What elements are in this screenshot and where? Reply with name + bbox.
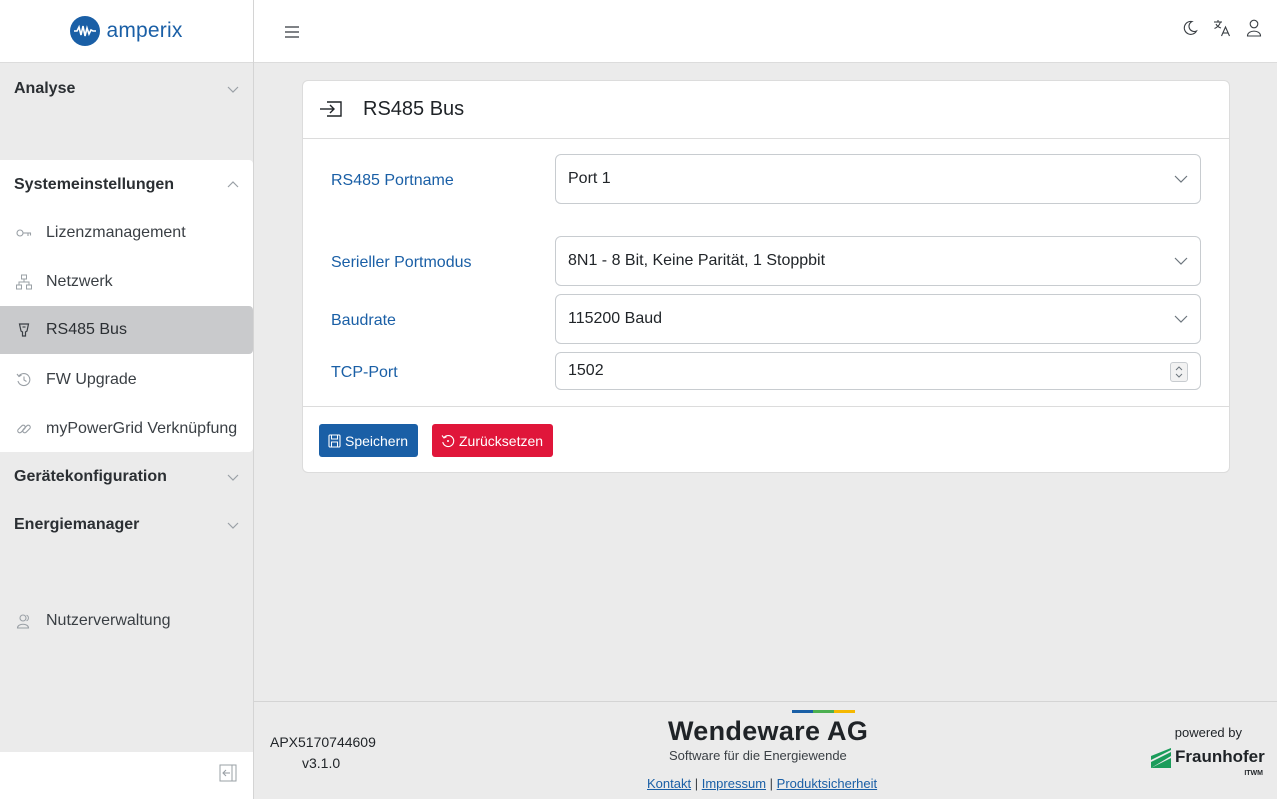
section-systemeinstellungen[interactable]: Systemeinstellungen	[0, 161, 253, 209]
chevron-up-icon	[227, 181, 239, 188]
sidebar-item-label: Nutzerverwaltung	[46, 612, 171, 629]
chevron-down-icon	[1174, 175, 1188, 183]
baudrate-select[interactable]: 115200 Baud	[555, 294, 1201, 344]
floppy-icon	[328, 433, 341, 448]
portmodus-label: Serieller Portmodus	[331, 254, 472, 271]
powered-by-label: powered by	[1174, 725, 1242, 740]
reset-icon	[441, 434, 455, 447]
baudrate-label: Baudrate	[331, 312, 396, 329]
sidebar-item-fw-upgrade[interactable]: FW Upgrade	[0, 356, 253, 404]
chevron-down-icon	[1174, 315, 1188, 323]
select-value: Port 1	[568, 170, 611, 187]
partner-sub: ITWM	[1244, 770, 1263, 777]
network-icon	[16, 274, 32, 290]
card-header: RS485 Bus	[303, 81, 1229, 139]
sidebar-item-label: Lizenzmanagement	[46, 224, 186, 241]
section-label: Gerätekonfiguration	[14, 468, 167, 485]
section-label: Analyse	[14, 80, 76, 97]
version: v3.1.0	[302, 755, 341, 771]
sidebar-item-rs485-bus[interactable]: RS485 Bus	[0, 306, 253, 354]
card-title: RS485 Bus	[363, 98, 465, 120]
logo-text: amperix	[106, 19, 183, 42]
chevron-down-icon	[227, 474, 239, 481]
company-name: Wendeware AG	[668, 716, 869, 746]
menu-icon[interactable]	[284, 25, 300, 39]
page-footer: APX5170744609 v3.1.0 Wendeware AG Softwa…	[254, 701, 1277, 799]
portname-label: RS485 Portname	[331, 172, 454, 189]
collapse-sidebar-icon[interactable]	[219, 764, 237, 787]
reset-label: Zurücksetzen	[459, 432, 544, 449]
section-analyse[interactable]: Analyse	[0, 65, 253, 113]
bar-yellow	[834, 710, 855, 713]
key-icon	[16, 225, 32, 241]
number-spinner[interactable]	[1170, 362, 1188, 382]
select-value: 8N1 - 8 Bit, Keine Parität, 1 Stoppbit	[568, 252, 826, 269]
fraunhofer-logo[interactable]: Fraunhofer ITWM	[1151, 747, 1265, 778]
bar-blue	[792, 710, 813, 713]
link-icon	[16, 421, 32, 437]
users-icon	[16, 613, 32, 629]
section-label: Energiemanager	[14, 516, 140, 533]
input-value: 1502	[568, 362, 604, 379]
chevron-down-icon	[227, 86, 239, 93]
history-icon	[16, 372, 32, 388]
sidebar-item-label: FW Upgrade	[46, 371, 137, 388]
waveform-icon	[70, 16, 101, 46]
sidebar-item-label: RS485 Bus	[46, 321, 127, 338]
logo-area: amperix	[0, 0, 253, 63]
tcp-port-input[interactable]: 1502	[555, 352, 1201, 390]
partner-name: Fraunhofer	[1175, 747, 1265, 766]
sidebar-footer	[0, 752, 253, 799]
section-geraetekonfiguration[interactable]: Gerätekonfiguration	[0, 453, 253, 501]
save-label: Speichern	[345, 432, 409, 449]
portmodus-select[interactable]: 8N1 - 8 Bit, Keine Parität, 1 Stoppbit	[555, 236, 1201, 286]
tcp-port-label: TCP-Port	[331, 364, 398, 381]
sidebar-item-label: myPowerGrid Verknüpfung	[46, 420, 238, 437]
sidebar: amperix Analyse Systemeinstellungen Lize…	[0, 0, 254, 799]
topbar-actions	[1181, 18, 1263, 38]
user-icon[interactable]	[1245, 18, 1263, 38]
serial-number: APX5170744609	[270, 734, 376, 750]
chevron-down-icon	[227, 522, 239, 529]
sidebar-item-netzwerk[interactable]: Netzwerk	[0, 258, 253, 306]
section-energiemanager[interactable]: Energiemanager	[0, 501, 253, 549]
amperix-logo[interactable]: amperix	[70, 16, 182, 46]
wendeware-color-bars	[792, 710, 855, 713]
chevron-down-icon	[1174, 257, 1188, 265]
sidebar-item-lizenzmanagement[interactable]: Lizenzmanagement	[0, 209, 253, 257]
bar-green	[813, 710, 834, 713]
sidebar-item-mypowergrid[interactable]: myPowerGrid Verknüpfung	[0, 405, 253, 453]
company-tagline: Software für die Energiewende	[669, 748, 847, 763]
fraunhofer-icon	[1151, 748, 1171, 768]
select-value: 115200 Baud	[568, 310, 663, 327]
sidebar-item-label: Netzwerk	[46, 273, 113, 290]
portname-select[interactable]: Port 1	[555, 154, 1201, 204]
reset-button[interactable]: Zurücksetzen	[432, 424, 554, 457]
link-kontakt[interactable]: Kontakt	[647, 776, 691, 791]
link-produktsicherheit[interactable]: Produktsicherheit	[777, 776, 877, 791]
card-footer: Speichern Zurücksetzen	[303, 406, 1229, 472]
topbar	[254, 0, 1277, 63]
sidebar-item-nutzerverwaltung[interactable]: Nutzerverwaltung	[0, 597, 253, 645]
footer-links: Kontakt | Impressum | Produktsicherheit	[647, 776, 878, 791]
translate-icon[interactable]	[1213, 18, 1231, 38]
input-port-icon	[319, 100, 345, 120]
plug-icon	[16, 322, 32, 338]
link-impressum[interactable]: Impressum	[702, 776, 766, 791]
section-label: Systemeinstellungen	[14, 176, 175, 193]
moon-icon[interactable]	[1181, 18, 1199, 38]
rs485-card: RS485 Bus RS485 Portname Port 1 Serielle…	[302, 80, 1230, 473]
save-button[interactable]: Speichern	[319, 424, 419, 457]
